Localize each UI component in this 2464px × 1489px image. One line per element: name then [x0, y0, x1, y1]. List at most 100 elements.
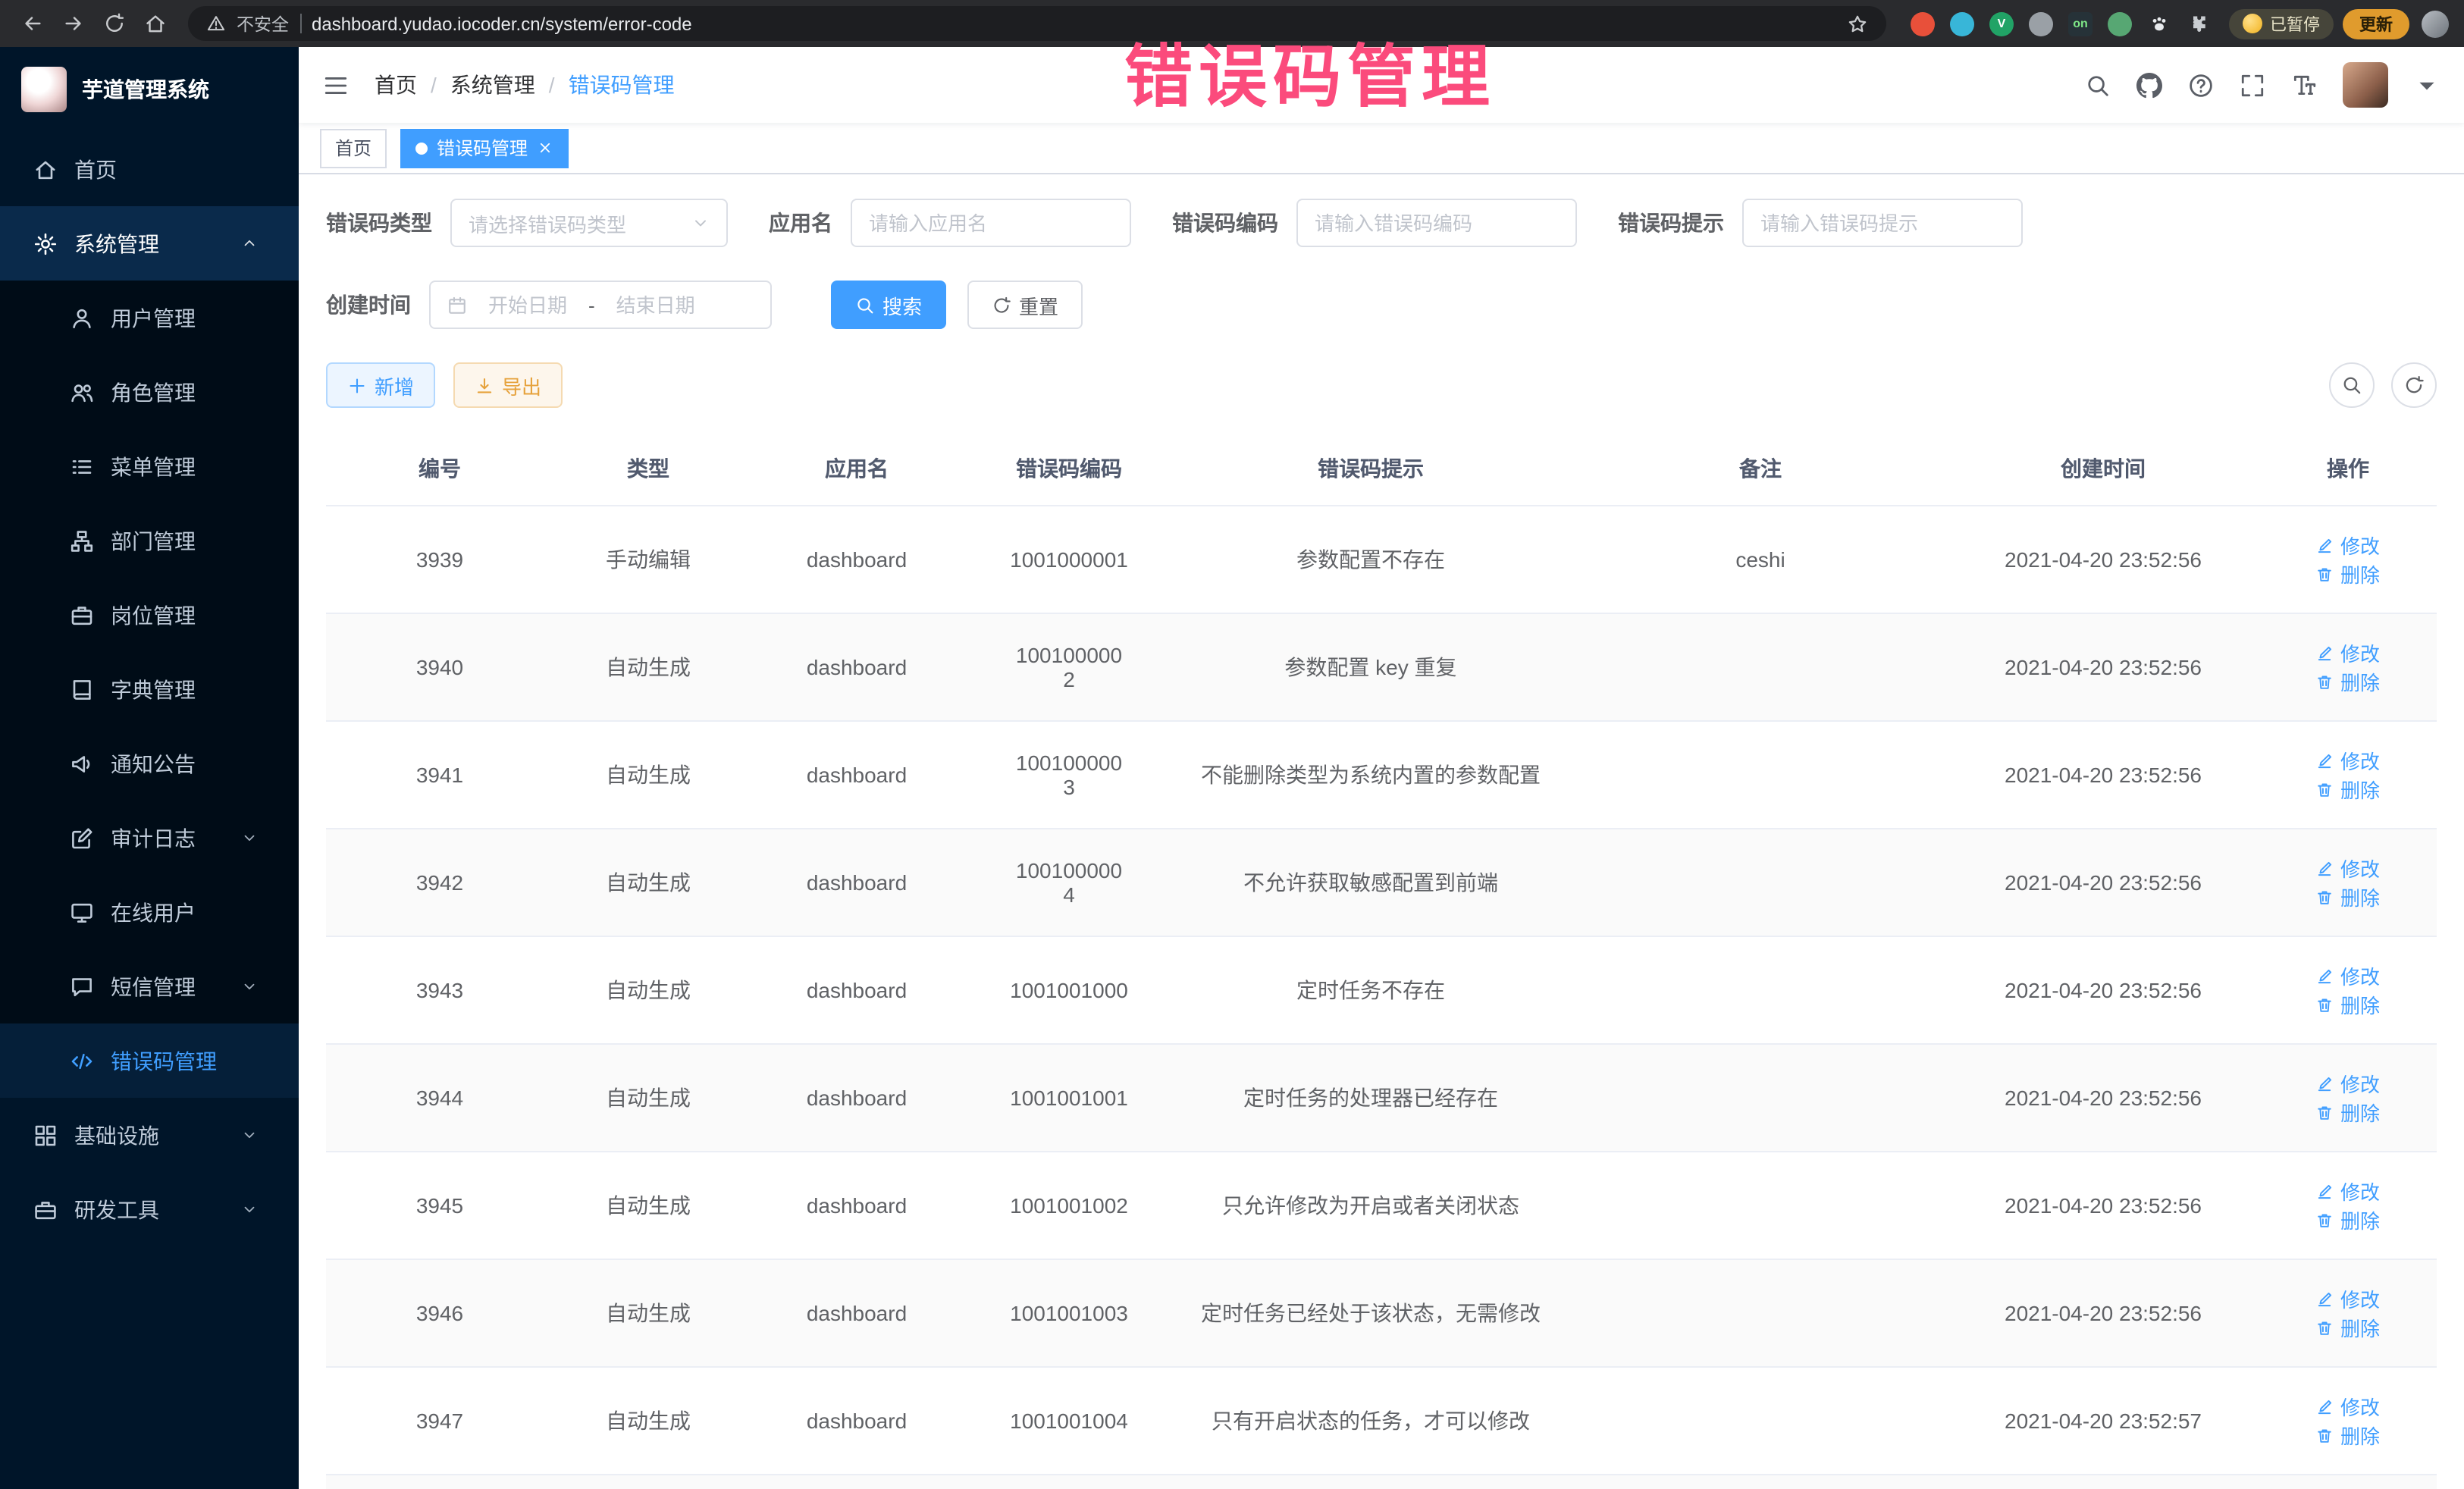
start-date-input[interactable] — [478, 293, 578, 316]
tab-home[interactable]: 首页 — [320, 128, 387, 168]
edit-link[interactable]: 修改 — [2316, 854, 2380, 882]
sidebar-item-label: 首页 — [74, 154, 117, 184]
tool-icon — [33, 1197, 58, 1221]
delete-link[interactable]: 删除 — [2316, 560, 2380, 588]
users-icon — [70, 380, 94, 404]
extension-icon-6[interactable] — [2108, 11, 2132, 36]
close-icon[interactable] — [537, 139, 553, 156]
extension-icon-7[interactable] — [2147, 11, 2171, 36]
cell-type: 自动生成 — [553, 721, 743, 829]
refresh-table-button[interactable] — [2391, 362, 2437, 408]
extension-icon-8[interactable] — [2187, 11, 2211, 36]
bookmark-star-icon[interactable] — [1847, 13, 1868, 34]
cell-remark — [1574, 1044, 1947, 1152]
sidebar-item-infra[interactable]: 基础设施 — [0, 1098, 299, 1172]
cell-id: 3947 — [326, 1367, 553, 1475]
breadcrumb-item-2[interactable]: 系统管理 — [450, 70, 535, 100]
hamburger-icon[interactable] — [323, 72, 349, 98]
edit-link[interactable]: 修改 — [2316, 638, 2380, 667]
extension-icon-3[interactable]: V — [1989, 11, 2014, 36]
edit-link[interactable]: 修改 — [2316, 1284, 2380, 1313]
extension-icon-5[interactable]: on — [2068, 11, 2093, 36]
cell-type: 自动生成 — [553, 1152, 743, 1259]
app-logo-row[interactable]: 芋道管理系统 — [0, 47, 299, 132]
edit-link[interactable]: 修改 — [2316, 746, 2380, 775]
edit-link[interactable]: 修改 — [2316, 1392, 2380, 1421]
chevron-down-icon — [691, 214, 710, 232]
url-bar[interactable]: 不安全 dashboard.yudao.iocoder.cn/system/er… — [188, 6, 1886, 41]
edit-link[interactable]: 修改 — [2316, 1069, 2380, 1098]
sidebar-item-error-code[interactable]: 错误码管理 — [0, 1023, 299, 1098]
paused-badge[interactable]: 已暂停 — [2229, 8, 2334, 39]
sidebar-item-dict[interactable]: 字典管理 — [0, 652, 299, 726]
tab-error-code[interactable]: 错误码管理 — [400, 128, 569, 168]
extension-icon-1[interactable] — [1911, 11, 1935, 36]
font-size-icon[interactable] — [2291, 72, 2317, 98]
delete-link[interactable]: 删除 — [2316, 1205, 2380, 1234]
delete-link-label: 删除 — [2340, 882, 2380, 911]
delete-link[interactable]: 删除 — [2316, 990, 2380, 1019]
filter-label-app-name: 应用名 — [769, 208, 832, 238]
search-button[interactable]: 搜索 — [831, 281, 946, 329]
browser-update-button[interactable]: 更新 — [2343, 8, 2409, 39]
caret-down-icon[interactable] — [2414, 72, 2440, 98]
sidebar-item-home[interactable]: 首页 — [0, 132, 299, 206]
date-range-separator: - — [588, 293, 595, 316]
cell-type: 自动生成 — [553, 829, 743, 936]
security-label[interactable]: 不安全 — [237, 11, 289, 36]
edit-icon — [2316, 1074, 2334, 1092]
sidebar-item-audit[interactable]: 审计日志 — [0, 801, 299, 875]
sidebar-item-user[interactable]: 用户管理 — [0, 281, 299, 355]
delete-icon — [2316, 995, 2334, 1014]
browser-profile-avatar[interactable] — [2422, 10, 2449, 37]
edit-link[interactable]: 修改 — [2316, 1177, 2380, 1205]
cell-actions: 修改删除 — [2259, 936, 2437, 1044]
extension-icon-4[interactable] — [2029, 11, 2053, 36]
edit-icon — [2316, 1182, 2334, 1200]
error-code-input[interactable] — [1296, 199, 1577, 247]
user-avatar[interactable] — [2343, 62, 2388, 108]
date-range-picker[interactable]: - — [429, 281, 772, 329]
sidebar-item-post[interactable]: 岗位管理 — [0, 578, 299, 652]
delete-link[interactable]: 删除 — [2316, 775, 2380, 804]
help-icon[interactable] — [2188, 72, 2214, 98]
delete-link[interactable]: 删除 — [2316, 1421, 2380, 1450]
extension-icon-2[interactable] — [1950, 11, 1974, 36]
error-hint-input[interactable] — [1742, 199, 2023, 247]
edit-link-label: 修改 — [2340, 1284, 2380, 1313]
sidebar-item-role[interactable]: 角色管理 — [0, 355, 299, 429]
delete-link[interactable]: 删除 — [2316, 1313, 2380, 1342]
delete-link[interactable]: 删除 — [2316, 882, 2380, 911]
cell-remark — [1574, 613, 1947, 721]
export-button[interactable]: 导出 — [453, 362, 563, 408]
delete-link[interactable]: 删除 — [2316, 1098, 2380, 1127]
edit-link[interactable]: 修改 — [2316, 961, 2380, 990]
cell-id: 3942 — [326, 829, 553, 936]
end-date-input[interactable] — [606, 293, 706, 316]
sidebar-item-devtool[interactable]: 研发工具 — [0, 1172, 299, 1246]
error-type-select[interactable]: 请选择错误码类型 — [450, 199, 728, 247]
url-text[interactable]: dashboard.yudao.iocoder.cn/system/error-… — [312, 13, 1836, 34]
infra-icon — [33, 1123, 58, 1147]
delete-link[interactable]: 删除 — [2316, 667, 2380, 696]
edit-link[interactable]: 修改 — [2316, 531, 2380, 560]
sidebar-item-notice[interactable]: 通知公告 — [0, 726, 299, 801]
search-icon[interactable] — [2085, 72, 2111, 98]
app-name-input[interactable] — [851, 199, 1131, 247]
github-icon[interactable] — [2136, 72, 2162, 98]
reset-button[interactable]: 重置 — [967, 281, 1083, 329]
cell-id: 3940 — [326, 613, 553, 721]
sidebar-menu: 首页系统管理用户管理角色管理菜单管理部门管理岗位管理字典管理通知公告审计日志在线… — [0, 132, 299, 1489]
add-button[interactable]: 新增 — [326, 362, 435, 408]
breadcrumb-item-1[interactable]: 首页 — [375, 70, 417, 100]
sidebar-item-system[interactable]: 系统管理 — [0, 206, 299, 281]
sidebar-item-dept[interactable]: 部门管理 — [0, 503, 299, 578]
sidebar-item-online[interactable]: 在线用户 — [0, 875, 299, 949]
sidebar-item-sms[interactable]: 短信管理 — [0, 949, 299, 1023]
megaphone-icon — [70, 751, 94, 776]
sidebar-item-menu[interactable]: 菜单管理 — [0, 429, 299, 503]
toggle-search-button[interactable] — [2329, 362, 2375, 408]
cell-created: 2021-04-20 23:52:56 — [1947, 1044, 2259, 1152]
fullscreen-icon[interactable] — [2240, 72, 2265, 98]
filter-label-error-type: 错误码类型 — [326, 208, 432, 238]
